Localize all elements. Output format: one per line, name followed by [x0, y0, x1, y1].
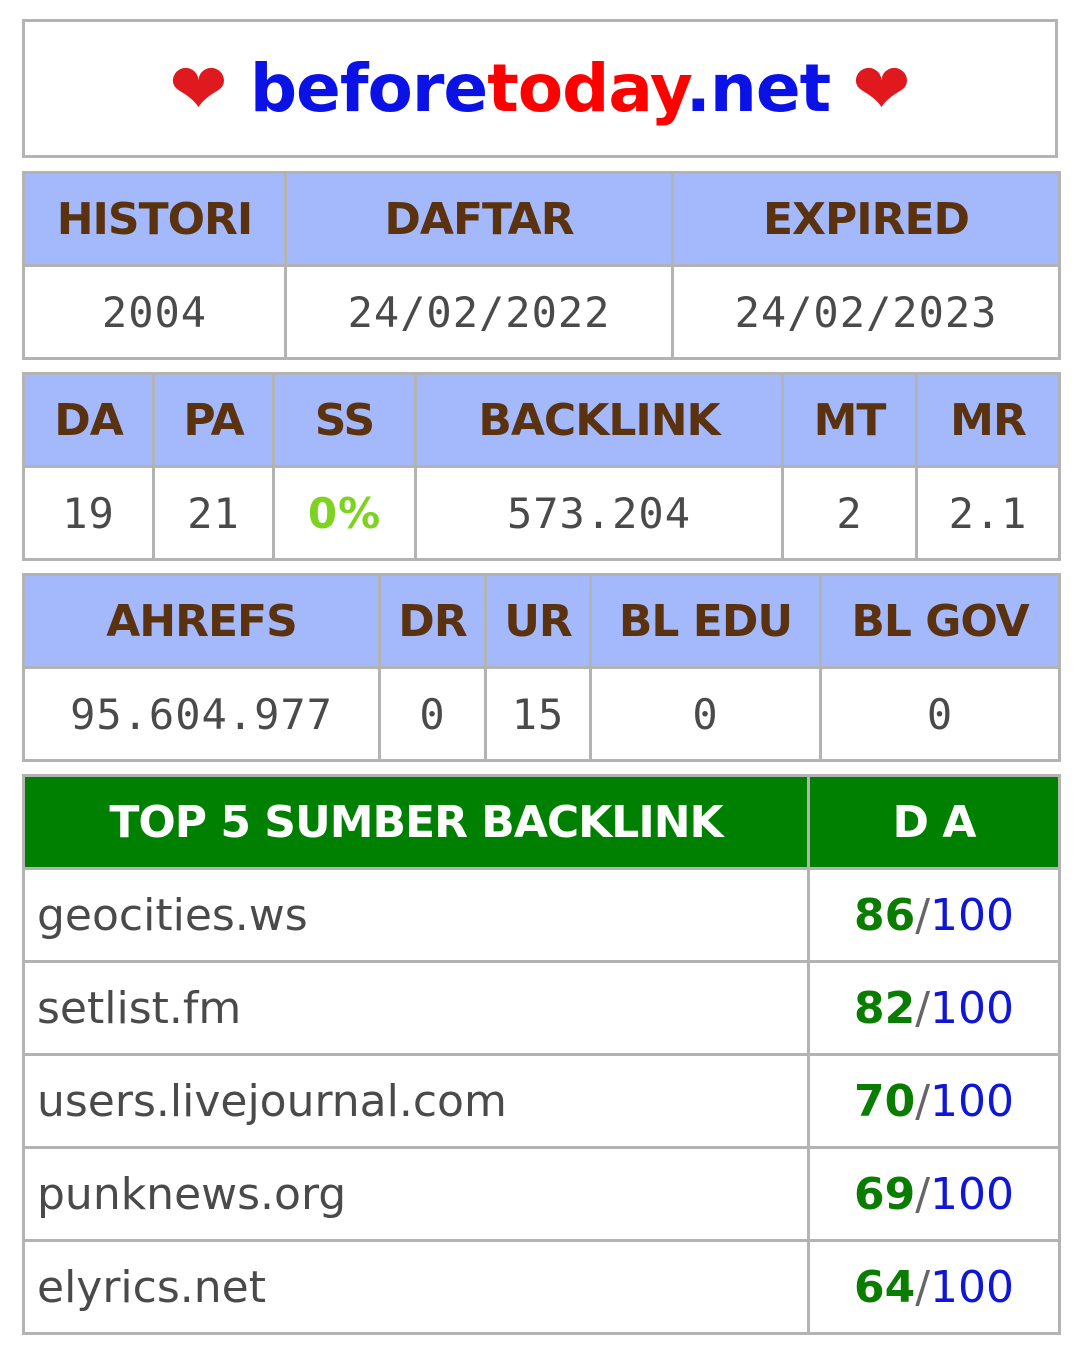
- dates-header-row: HISTORI DAFTAR EXPIRED: [22, 171, 1061, 267]
- ahrefs-table: AHREFS DR UR BL EDU BL GOV 95.604.977 0 …: [22, 573, 1061, 762]
- header-bl-edu: BL EDU: [589, 573, 822, 669]
- value-daftar: 24/02/2022: [284, 264, 674, 360]
- header-da: DA: [22, 372, 155, 468]
- score-slash: /: [915, 982, 931, 1034]
- score-max: 100: [930, 889, 1015, 941]
- header-pa: PA: [152, 372, 275, 468]
- source-domain[interactable]: geocities.ws: [22, 867, 810, 963]
- header-mt: MT: [781, 372, 918, 468]
- source-score: 70/100: [807, 1053, 1061, 1149]
- top-header-row: TOP 5 SUMBER BACKLINK D A: [22, 774, 1061, 870]
- value-bl-gov: 0: [819, 666, 1061, 762]
- page: ❤ beforetoday.net ❤ HISTORI DAFTAR EXPIR…: [0, 0, 1080, 1353]
- score-value: 70: [853, 1075, 916, 1127]
- site-name-part-2: today: [487, 50, 687, 127]
- score-slash: /: [915, 1168, 931, 1220]
- dates-table: HISTORI DAFTAR EXPIRED 2004 24/02/2022 2…: [22, 171, 1061, 360]
- source-score: 82/100: [807, 960, 1061, 1056]
- value-bl-edu: 0: [589, 666, 822, 762]
- header-dr: DR: [378, 573, 487, 669]
- table-row: setlist.fm 82/100: [22, 960, 1061, 1056]
- header-mr: MR: [915, 372, 1061, 468]
- value-backlink: 573.204: [414, 465, 784, 561]
- score-value: 86: [853, 889, 916, 941]
- source-score: 64/100: [807, 1239, 1061, 1335]
- value-ahrefs: 95.604.977: [22, 666, 381, 762]
- site-name-part-1: before: [249, 50, 488, 127]
- header-bl-gov: BL GOV: [819, 573, 1061, 669]
- score-value: 82: [853, 982, 916, 1034]
- site-title-box: ❤ beforetoday.net ❤: [22, 19, 1058, 158]
- source-domain[interactable]: punknews.org: [22, 1146, 810, 1242]
- header-ss: SS: [272, 372, 417, 468]
- score-max: 100: [930, 982, 1015, 1034]
- source-score: 86/100: [807, 867, 1061, 963]
- header-backlink: BACKLINK: [414, 372, 784, 468]
- header-histori: HISTORI: [22, 171, 287, 267]
- site-name-part-3: .net: [685, 50, 831, 127]
- score-value: 64: [853, 1261, 916, 1313]
- value-da: 19: [22, 465, 155, 561]
- value-ur: 15: [484, 666, 592, 762]
- value-ss: 0%: [272, 465, 417, 561]
- source-domain[interactable]: elyrics.net: [22, 1239, 810, 1335]
- moz-header-row: DA PA SS BACKLINK MT MR: [22, 372, 1061, 468]
- score-slash: /: [915, 889, 931, 941]
- table-row: elyrics.net 64/100: [22, 1239, 1061, 1335]
- header-expired: EXPIRED: [671, 171, 1061, 267]
- dates-value-row: 2004 24/02/2022 24/02/2023: [22, 264, 1061, 360]
- moz-value-row: 19 21 0% 573.204 2 2.1: [22, 465, 1061, 561]
- header-ahrefs: AHREFS: [22, 573, 381, 669]
- score-slash: /: [915, 1261, 931, 1313]
- source-domain[interactable]: users.livejournal.com: [22, 1053, 810, 1149]
- header-top-da: D A: [807, 774, 1061, 870]
- ahrefs-value-row: 95.604.977 0 15 0 0: [22, 666, 1061, 762]
- ahrefs-header-row: AHREFS DR UR BL EDU BL GOV: [22, 573, 1061, 669]
- table-row: users.livejournal.com 70/100: [22, 1053, 1061, 1149]
- score-max: 100: [930, 1261, 1015, 1313]
- value-pa: 21: [152, 465, 275, 561]
- value-mt: 2: [781, 465, 918, 561]
- heart-icon: ❤: [169, 47, 228, 130]
- source-domain[interactable]: setlist.fm: [22, 960, 810, 1056]
- header-ur: UR: [484, 573, 592, 669]
- value-mr: 2.1: [915, 465, 1061, 561]
- header-top-sources: TOP 5 SUMBER BACKLINK: [22, 774, 810, 870]
- site-name[interactable]: beforetoday.net: [249, 50, 831, 127]
- score-max: 100: [930, 1075, 1015, 1127]
- score-max: 100: [930, 1168, 1015, 1220]
- score-value: 69: [853, 1168, 916, 1220]
- table-row: geocities.ws 86/100: [22, 867, 1061, 963]
- moz-table: DA PA SS BACKLINK MT MR 19 21 0% 573.204…: [22, 372, 1061, 561]
- value-dr: 0: [378, 666, 487, 762]
- header-daftar: DAFTAR: [284, 171, 674, 267]
- table-row: punknews.org 69/100: [22, 1146, 1061, 1242]
- value-histori: 2004: [22, 264, 287, 360]
- value-expired: 24/02/2023: [671, 264, 1061, 360]
- source-score: 69/100: [807, 1146, 1061, 1242]
- top-backlink-table: TOP 5 SUMBER BACKLINK D A geocities.ws 8…: [22, 774, 1061, 1335]
- heart-icon: ❤: [852, 47, 911, 130]
- score-slash: /: [915, 1075, 931, 1127]
